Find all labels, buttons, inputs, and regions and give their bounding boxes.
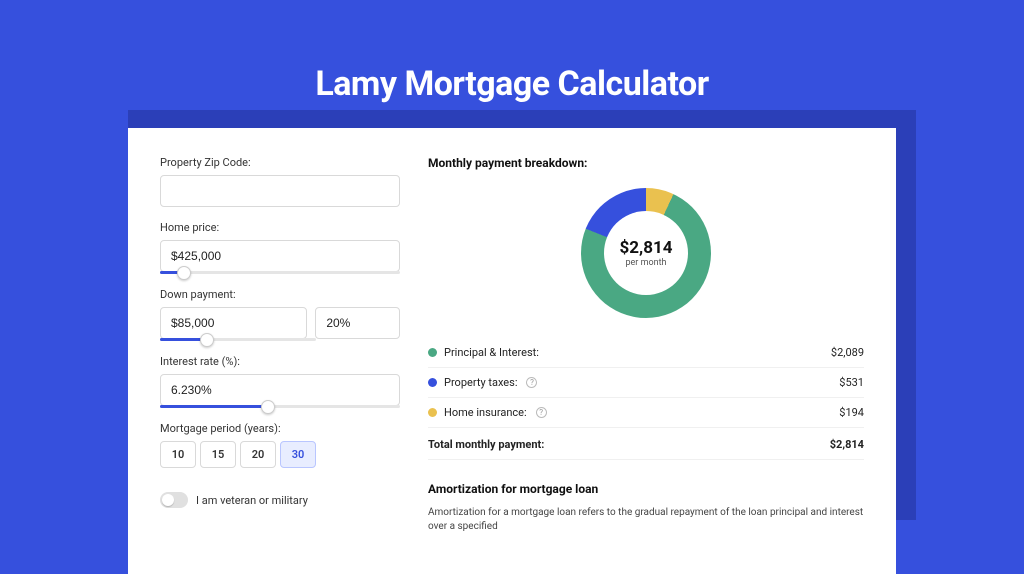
interest-label: Interest rate (%):: [160, 355, 400, 368]
breakdown-item-value: $531: [839, 376, 864, 389]
home-price-input[interactable]: [160, 240, 400, 272]
breakdown-heading: Monthly payment breakdown:: [428, 156, 864, 170]
period-option-20[interactable]: 20: [240, 441, 276, 468]
info-icon[interactable]: ?: [536, 407, 547, 418]
period-option-10[interactable]: 10: [160, 441, 196, 468]
down-payment-pct-input[interactable]: [315, 307, 400, 339]
interest-input[interactable]: [160, 374, 400, 406]
donut-amount: $2,814: [620, 238, 673, 258]
down-payment-slider[interactable]: [160, 338, 316, 341]
dot-icon: [428, 378, 437, 387]
breakdown-column: Monthly payment breakdown: $2,814 per mo…: [428, 156, 864, 534]
amortization-heading: Amortization for mortgage loan: [428, 482, 864, 496]
breakdown-line-insurance: Home insurance: ? $194: [428, 398, 864, 428]
donut-sub: per month: [625, 258, 666, 268]
page-title: Lamy Mortgage Calculator: [0, 0, 1024, 104]
calculator-card: Property Zip Code: Home price: Down paym…: [128, 128, 896, 574]
period-label: Mortgage period (years):: [160, 422, 400, 435]
home-price-slider[interactable]: [160, 271, 400, 274]
interest-slider-fill: [160, 405, 268, 408]
form-column: Property Zip Code: Home price: Down paym…: [160, 156, 400, 534]
breakdown-item-label: Home insurance:: [444, 406, 527, 419]
veteran-label: I am veteran or military: [196, 494, 308, 507]
breakdown-line-taxes: Property taxes: ? $531: [428, 368, 864, 398]
breakdown-total-label: Total monthly payment:: [428, 438, 544, 451]
breakdown-item-label: Principal & Interest:: [444, 346, 539, 359]
dot-icon: [428, 348, 437, 357]
period-option-15[interactable]: 15: [200, 441, 236, 468]
breakdown-total-line: Total monthly payment: $2,814: [428, 428, 864, 460]
period-options: 10 15 20 30: [160, 441, 400, 468]
down-payment-slider-thumb[interactable]: [200, 333, 214, 347]
breakdown-item-value: $194: [839, 406, 864, 419]
period-option-30[interactable]: 30: [280, 441, 316, 468]
home-price-slider-thumb[interactable]: [177, 266, 191, 280]
down-payment-input[interactable]: [160, 307, 307, 339]
home-price-label: Home price:: [160, 221, 400, 234]
breakdown-item-label: Property taxes:: [444, 376, 517, 389]
breakdown-line-principal: Principal & Interest: $2,089: [428, 338, 864, 368]
breakdown-donut-chart: $2,814 per month: [581, 188, 711, 318]
veteran-toggle[interactable]: [160, 492, 188, 508]
zip-input[interactable]: [160, 175, 400, 207]
zip-label: Property Zip Code:: [160, 156, 400, 169]
down-payment-label: Down payment:: [160, 288, 400, 301]
info-icon[interactable]: ?: [526, 377, 537, 388]
amortization-text: Amortization for a mortgage loan refers …: [428, 506, 864, 534]
dot-icon: [428, 408, 437, 417]
breakdown-item-value: $2,089: [831, 346, 864, 359]
interest-slider[interactable]: [160, 405, 400, 408]
donut-center: $2,814 per month: [604, 211, 688, 295]
interest-slider-thumb[interactable]: [261, 400, 275, 414]
breakdown-total-value: $2,814: [830, 438, 864, 451]
